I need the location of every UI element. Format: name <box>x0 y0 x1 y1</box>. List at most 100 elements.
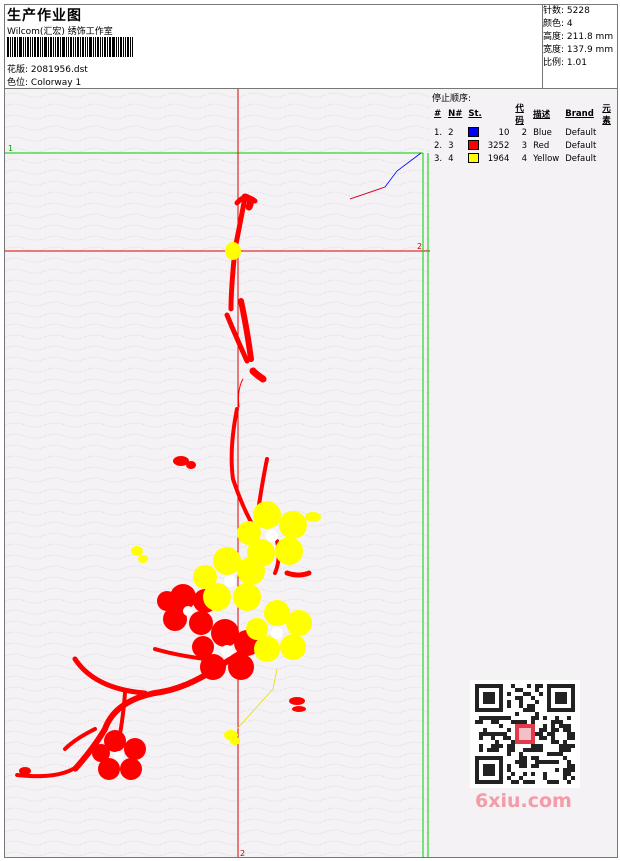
qr-module <box>519 776 523 780</box>
qr-code <box>470 680 580 788</box>
qr-module <box>519 760 523 764</box>
qr-module <box>555 716 559 720</box>
qr-module <box>511 684 515 688</box>
qr-module <box>555 780 559 784</box>
qr-module <box>567 736 571 740</box>
table-header-row: # N# St. 代码 描述 Brand 元素 <box>431 102 617 126</box>
qr-module <box>491 748 495 752</box>
qr-module <box>543 728 547 732</box>
stat-height: 高度: 211.8 mm <box>543 32 614 42</box>
qr-module <box>499 732 503 736</box>
qr-module <box>555 768 559 772</box>
qr-module <box>551 752 555 756</box>
qr-module <box>507 752 511 756</box>
qr-module <box>539 760 543 764</box>
barcode-bar <box>50 37 52 57</box>
barcode-bar <box>53 37 54 57</box>
barcode-bar <box>104 37 106 57</box>
qr-module <box>519 700 523 704</box>
qr-module <box>479 744 483 748</box>
barcode-bar <box>120 37 122 57</box>
qr-module <box>527 692 531 696</box>
barcode-bar <box>75 37 76 57</box>
barcode-bar <box>48 37 49 57</box>
qr-module <box>531 708 535 712</box>
qr-module <box>499 716 503 720</box>
qr-module <box>539 736 543 740</box>
barcode-bar <box>27 37 29 57</box>
barcode-bar <box>66 37 67 57</box>
qr-module <box>515 780 519 784</box>
qr-module <box>539 728 543 732</box>
qr-module <box>507 716 511 720</box>
qr-module <box>531 696 535 700</box>
barcode-bar <box>125 37 126 57</box>
barcode-bar <box>93 37 94 57</box>
qr-module <box>547 752 551 756</box>
qr-module <box>551 720 555 724</box>
qr-module <box>535 764 539 768</box>
barcode-bar <box>7 37 9 57</box>
barcode-bar <box>82 37 84 57</box>
qr-module <box>487 732 491 736</box>
qr-module <box>487 748 491 752</box>
barcode-bar <box>102 37 103 57</box>
guide-label-h2: 2 <box>417 242 422 251</box>
qr-module <box>507 744 511 748</box>
barcode-bar <box>37 37 39 57</box>
qr-module <box>483 732 487 736</box>
qr-module <box>511 772 515 776</box>
barcode-bar <box>100 37 101 57</box>
qr-module <box>523 708 527 712</box>
qr-module <box>555 692 567 704</box>
qr-module <box>539 692 543 696</box>
guide-label-h1: 1 <box>8 144 13 153</box>
qr-module <box>555 740 559 744</box>
qr-module <box>535 744 539 748</box>
qr-module <box>495 748 499 752</box>
barcode-bar <box>109 37 111 57</box>
qr-module <box>495 732 499 736</box>
colorway-line: 色位: Colorway 1 <box>7 75 81 88</box>
cell-description: Red <box>533 140 550 151</box>
cell-stitches: 10 <box>465 126 512 139</box>
qr-module <box>547 780 551 784</box>
barcode-bar <box>62 37 65 57</box>
stat-stitches: 针数: 5228 <box>543 6 590 16</box>
qr-module <box>507 728 511 732</box>
qr-module <box>543 716 547 720</box>
qr-module <box>547 760 551 764</box>
qr-module <box>567 772 571 776</box>
cell-code: 4 <box>521 153 528 164</box>
qr-module <box>491 720 495 724</box>
qr-module <box>531 772 535 776</box>
qr-module <box>523 760 527 764</box>
qr-module <box>571 736 575 740</box>
qr-module <box>511 744 515 748</box>
qr-module <box>567 764 571 768</box>
qr-module <box>483 692 495 704</box>
barcode-bar <box>112 37 115 57</box>
qr-module <box>479 736 483 740</box>
qr-module <box>523 772 527 776</box>
barcode-bar <box>42 37 43 57</box>
qr-module <box>563 756 567 760</box>
qr-module <box>555 720 559 724</box>
cell-index: 3. <box>434 153 443 164</box>
barcode-bar <box>89 37 92 57</box>
qr-module <box>527 708 531 712</box>
qr-module <box>551 740 555 744</box>
qr-module <box>511 740 515 744</box>
qr-module <box>519 720 523 724</box>
qr-module <box>519 696 523 700</box>
qr-module <box>567 732 571 736</box>
design-stats: 针数: 5228 颜色: 4 高度: 211.8 mm 宽度: 137.9 mm… <box>543 5 613 70</box>
barcode-bar <box>12 37 13 57</box>
col-header-code: 代码 <box>515 104 524 126</box>
barcode-bar <box>87 37 88 57</box>
cell-needle: 4 <box>448 153 454 164</box>
barcode-bar <box>123 37 124 57</box>
barcode-bar <box>118 37 119 57</box>
qr-module <box>495 740 499 744</box>
qr-module <box>539 732 543 736</box>
